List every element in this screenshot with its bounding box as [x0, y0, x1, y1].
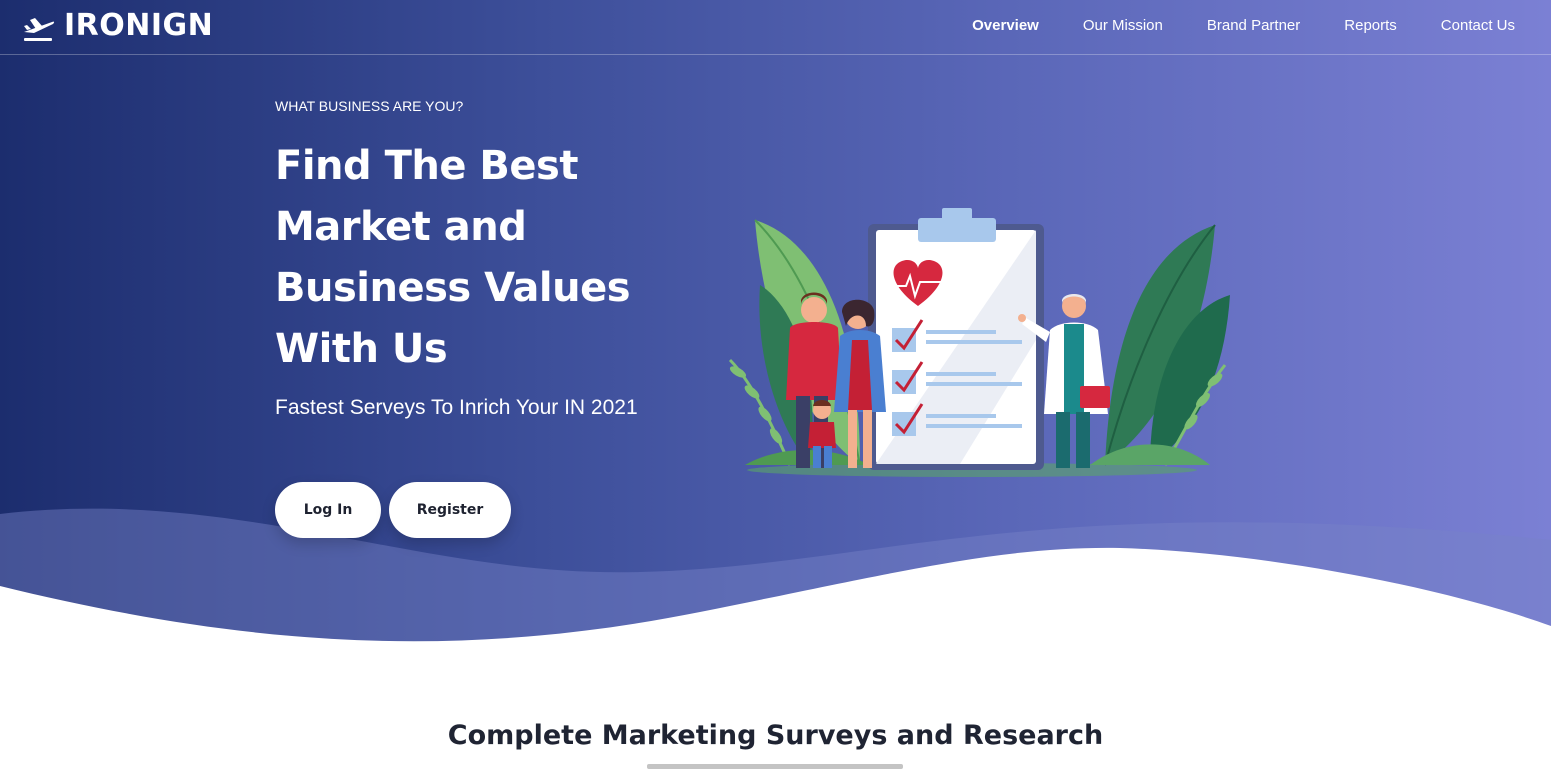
nav-link-contact-us[interactable]: Contact Us [1441, 17, 1515, 34]
nav-links: Overview Our Mission Brand Partner Repor… [972, 17, 1515, 34]
login-button[interactable]: Log In [275, 482, 381, 538]
top-navbar: IRONIGN Overview Our Mission Brand Partn… [0, 0, 1551, 55]
section-title: Complete Marketing Surveys and Research [447, 720, 1104, 751]
hero-wave-decoration [0, 508, 1551, 660]
hero-eyebrow: WHAT BUSINESS ARE YOU? [275, 98, 464, 114]
plane-departure-icon [24, 17, 55, 41]
hero-subheadline: Fastest Serveys To Inrich Your IN 2021 [275, 396, 638, 419]
register-button[interactable]: Register [389, 482, 511, 538]
nav-link-brand-partner[interactable]: Brand Partner [1207, 17, 1300, 34]
nav-link-our-mission[interactable]: Our Mission [1083, 17, 1163, 34]
section-title-underline [647, 764, 903, 769]
brand-name: IRONIGN [64, 8, 214, 43]
nav-link-overview[interactable]: Overview [972, 17, 1039, 34]
brand-logo[interactable]: IRONIGN [22, 8, 213, 43]
hero-section: IRONIGN Overview Our Mission Brand Partn… [0, 0, 1551, 660]
nav-link-reports[interactable]: Reports [1344, 17, 1397, 34]
family-doctor-health-checklist-illustration [728, 208, 1230, 477]
hero-headline: Find The Best Market and Business Values… [275, 143, 631, 372]
